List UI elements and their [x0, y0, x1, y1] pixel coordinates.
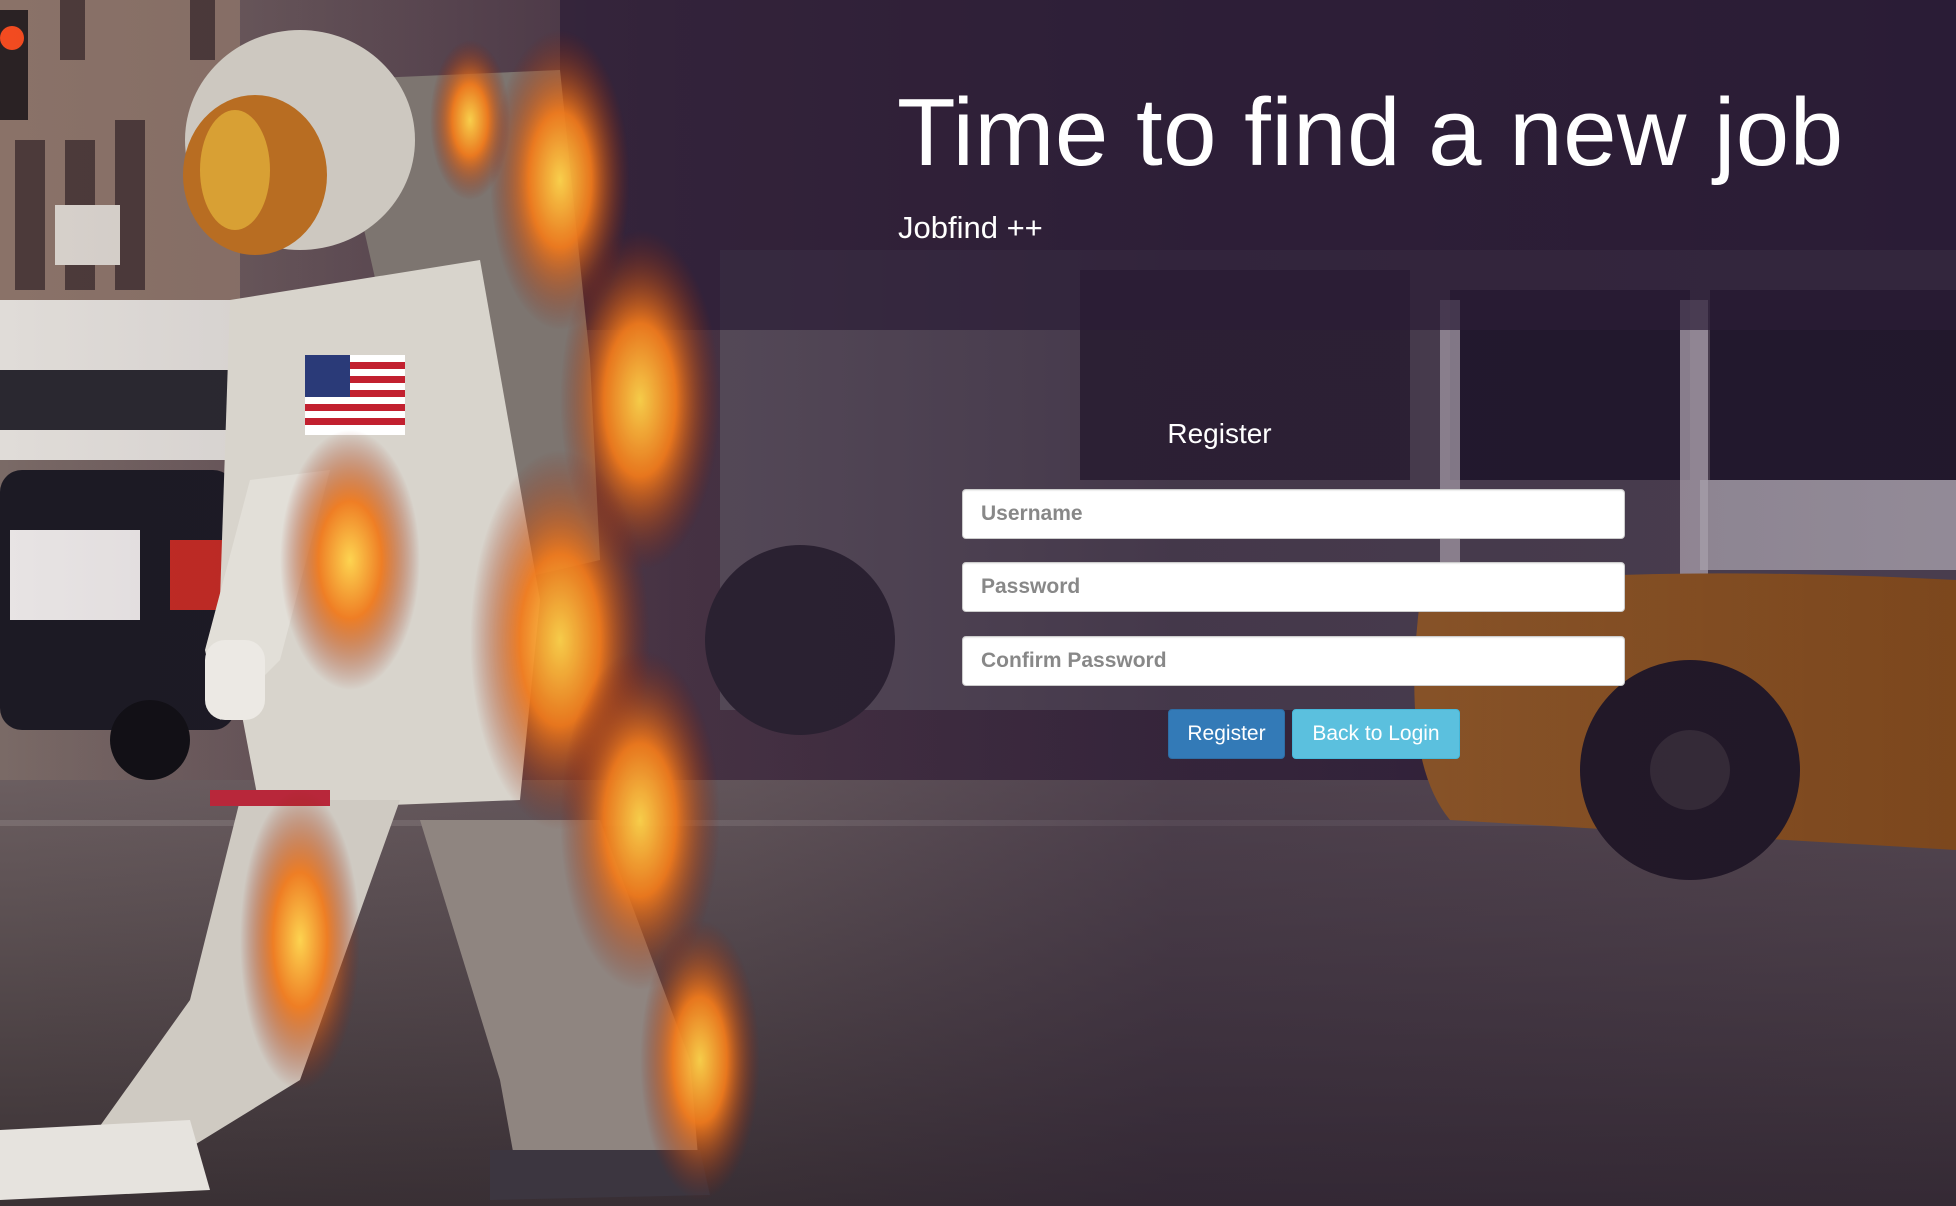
register-page: Time to find a new job Jobfind ++ Regist…	[0, 0, 1956, 1206]
register-button[interactable]: Register	[1168, 709, 1285, 759]
confirm-password-input[interactable]	[962, 636, 1625, 686]
password-input[interactable]	[962, 562, 1625, 612]
form-actions: Register Back to Login	[1168, 709, 1460, 759]
register-heading: Register	[1167, 418, 1272, 449]
brand-name: Jobfind ++	[898, 210, 1043, 245]
username-input[interactable]	[962, 489, 1625, 539]
page-title: Time to find a new job	[897, 79, 1844, 186]
back-to-login-button[interactable]: Back to Login	[1292, 709, 1460, 759]
